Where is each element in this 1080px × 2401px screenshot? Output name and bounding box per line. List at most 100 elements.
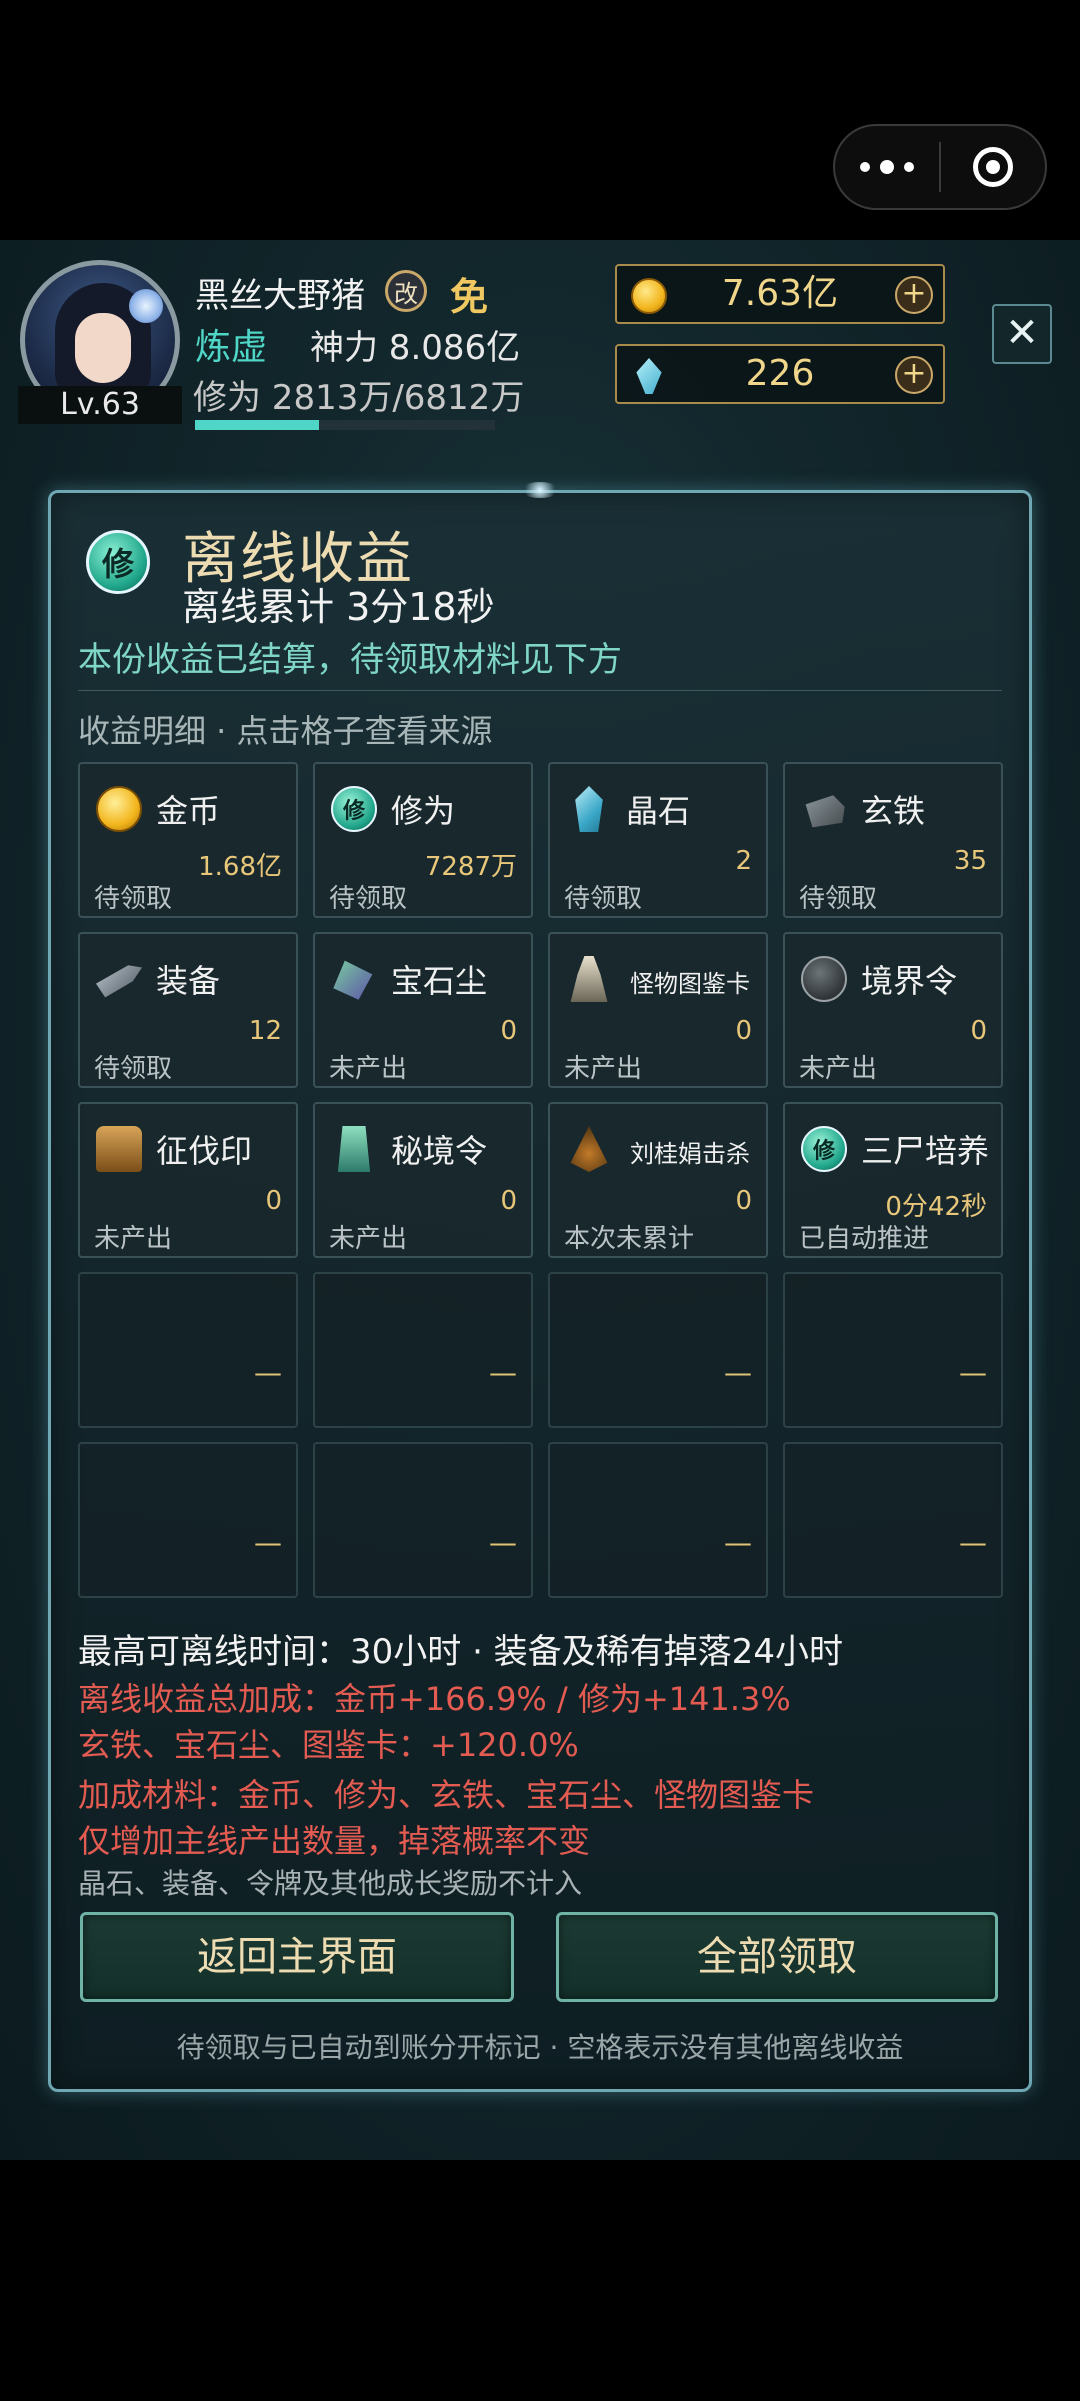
empty-mark: — (959, 1356, 987, 1389)
crystal-resource: 226 + (615, 344, 945, 404)
more-dot-icon (880, 160, 894, 174)
monster-card-icon (570, 956, 608, 1002)
close-button[interactable]: ✕ (992, 304, 1052, 364)
cell-status: 未产出 (799, 1054, 878, 1084)
earnings-cell[interactable]: 刘桂娟击杀 0 本次未累计 (548, 1102, 768, 1258)
cell-value: 7287万 (424, 852, 517, 882)
bonus-materials-info: 加成材料：金币、修为、玄铁、宝石尘、怪物图鉴卡 (78, 1776, 815, 1814)
panel-glow (520, 482, 560, 498)
empty-cell: — (548, 1442, 768, 1598)
cell-value: 0 (265, 1186, 282, 1216)
empty-mark: — (959, 1526, 987, 1559)
earnings-cell[interactable]: 征伐印 0 未产出 (78, 1102, 298, 1258)
detail-heading: 收益明细 · 点击格子查看来源 (78, 712, 493, 750)
cell-name: 宝石尘 (391, 962, 488, 1000)
cell-value: 0 (500, 1016, 517, 1046)
cultivation-icon: 修 (801, 1126, 847, 1172)
earnings-cell[interactable]: 金币 1.68亿 待领取 (78, 762, 298, 918)
bonus-rule-info: 仅增加主线产出数量，掉落概率不变 (78, 1822, 591, 1860)
conquest-seal-icon (96, 1126, 142, 1172)
empty-cell: — (78, 1272, 298, 1428)
hair-flower-icon (129, 289, 163, 323)
cell-status: 未产出 (329, 1054, 408, 1084)
divider (78, 690, 1002, 691)
add-gold-button[interactable]: + (895, 276, 933, 314)
cultivation-icon: 修 (331, 786, 377, 832)
cell-name: 修为 (391, 792, 456, 830)
iron-icon (805, 795, 845, 828)
kill-icon (570, 1126, 608, 1172)
settlement-notice: 本份收益已结算，待领取材料见下方 (78, 640, 622, 680)
cell-name: 玄铁 (861, 792, 926, 830)
cell-name: 装备 (156, 962, 221, 1000)
cultivation-icon: 修 (86, 530, 150, 594)
earnings-cell[interactable]: 修三尸培养 0分42秒 已自动推进 (783, 1102, 1003, 1258)
more-dot-icon (860, 162, 870, 172)
empty-mark: — (489, 1356, 517, 1389)
cell-name: 境界令 (861, 962, 958, 1000)
gem-dust-icon (333, 960, 373, 1000)
cell-status: 待领取 (94, 1054, 173, 1084)
offline-duration: 离线累计 3分18秒 (182, 585, 495, 629)
earnings-cell[interactable]: 晶石 2 待领取 (548, 762, 768, 918)
equipment-icon (96, 965, 142, 998)
cell-name: 征伐印 (156, 1132, 253, 1170)
earnings-cell[interactable]: 秘境令 0 未产出 (313, 1102, 533, 1258)
earnings-cell[interactable]: 境界令 0 未产出 (783, 932, 1003, 1088)
gold-coin-icon (631, 278, 667, 314)
empty-mark: — (254, 1526, 282, 1559)
bonus-info: 离线收益总加成：金币+166.9% / 修为+141.3% (78, 1680, 791, 1718)
close-miniprogram-button[interactable] (941, 126, 1045, 208)
cell-name: 晶石 (626, 792, 691, 830)
excluded-info: 晶石、装备、令牌及其他成长奖励不计入 (78, 1867, 583, 1900)
empty-cell: — (548, 1272, 768, 1428)
earnings-cell[interactable]: 宝石尘 0 未产出 (313, 932, 533, 1088)
power-value: 神力 8.086亿 (310, 328, 521, 368)
rename-badge[interactable]: 改 (385, 270, 427, 312)
empty-cell: — (783, 1272, 1003, 1428)
realm-token-icon (801, 956, 847, 1002)
cell-status: 未产出 (329, 1224, 408, 1254)
cell-value: 0 (735, 1186, 752, 1216)
empty-cell: — (313, 1272, 533, 1428)
crystal-value: 226 (745, 353, 815, 394)
secret-realm-icon (337, 1126, 371, 1172)
cell-value: 12 (248, 1016, 282, 1046)
cell-value: 2 (735, 846, 752, 876)
bottom-bar (0, 2160, 1080, 2401)
cell-name: 三尸培养 (861, 1132, 990, 1170)
max-offline-info: 最高可离线时间：30小时 · 装备及稀有掉落24小时 (78, 1632, 843, 1672)
cell-name: 金币 (156, 792, 221, 830)
earnings-cell[interactable]: 修修为 7287万 待领取 (313, 762, 533, 918)
back-to-main-button[interactable]: 返回主界面 (80, 1912, 514, 2002)
cell-value: 35 (953, 846, 987, 876)
earnings-cell[interactable]: 怪物图鉴卡 0 未产出 (548, 932, 768, 1088)
cell-status: 待领取 (564, 884, 643, 914)
cell-status: 本次未累计 (564, 1224, 695, 1254)
empty-mark: — (724, 1356, 752, 1389)
target-icon (972, 147, 1013, 187)
empty-mark: — (254, 1356, 282, 1389)
realm-label: 炼虚 (195, 327, 268, 368)
crystal-icon (636, 358, 662, 394)
player-name: 黑丝大野猪 (195, 276, 365, 316)
cell-value: 0 (500, 1186, 517, 1216)
gold-resource: 7.63亿 + (615, 264, 945, 324)
cell-status: 未产出 (564, 1054, 643, 1084)
vip-badge: 免 (450, 275, 489, 319)
empty-mark: — (724, 1526, 752, 1559)
more-menu-button[interactable] (835, 126, 939, 208)
cell-status: 已自动推进 (799, 1224, 930, 1254)
earnings-cell[interactable]: 装备 12 待领取 (78, 932, 298, 1088)
cultivation-value: 修为 2813万/6812万 (193, 378, 525, 418)
empty-cell: — (783, 1442, 1003, 1598)
claim-all-button[interactable]: 全部领取 (556, 1912, 998, 2002)
cell-name: 刘桂娟击杀 (630, 1140, 750, 1168)
crystal-icon (575, 786, 603, 832)
earnings-cell[interactable]: 玄铁 35 待领取 (783, 762, 1003, 918)
more-dot-icon (904, 162, 914, 172)
add-crystal-button[interactable]: + (895, 356, 933, 394)
gold-value: 7.63亿 (721, 273, 839, 314)
cell-value: 1.68亿 (198, 852, 282, 882)
cell-value: 0 (970, 1016, 987, 1046)
